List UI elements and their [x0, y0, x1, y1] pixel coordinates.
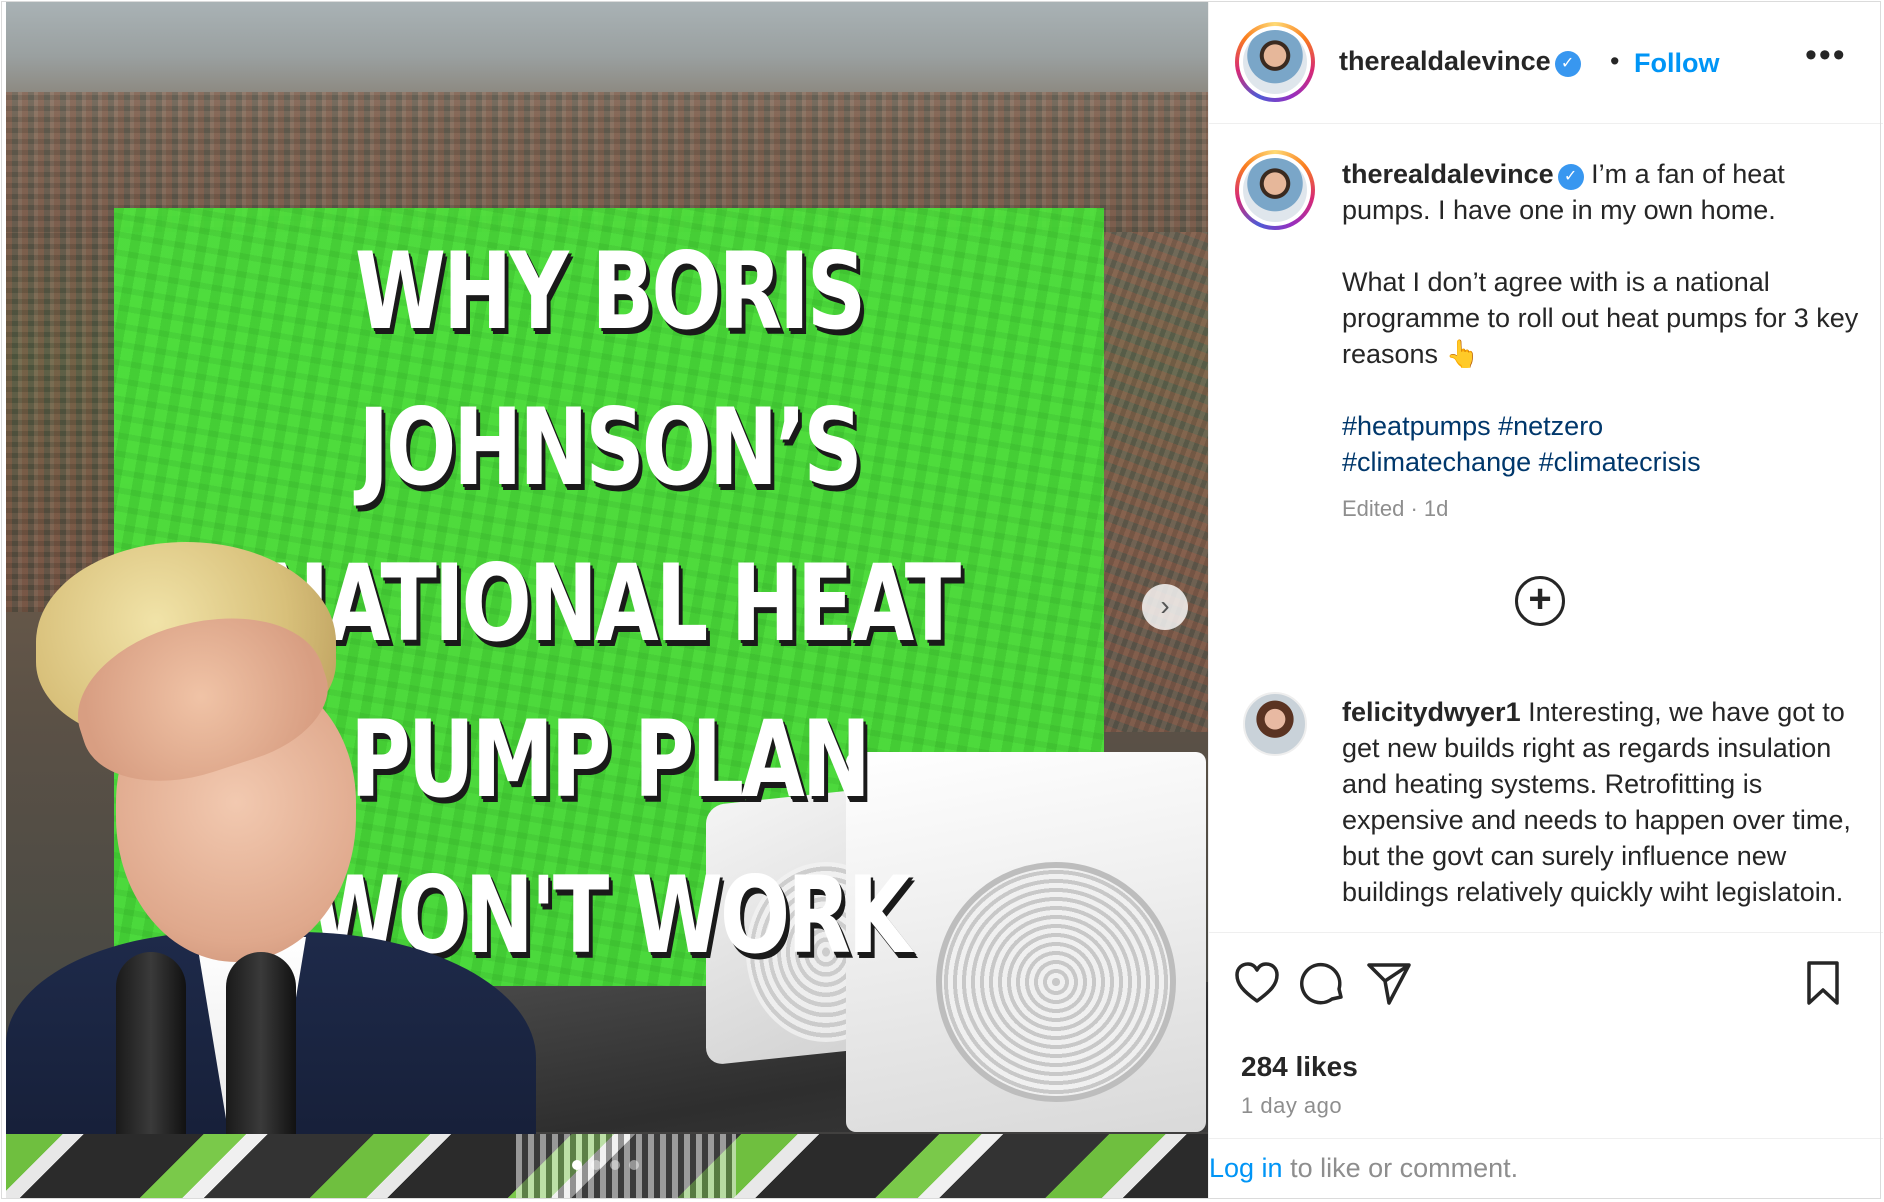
hashtag-link[interactable]: #netzero [1498, 411, 1603, 441]
follow-button[interactable]: Follow [1634, 48, 1719, 79]
caption-paragraph: What I don’t agree with is a national pr… [1342, 267, 1859, 369]
carousel-dot [629, 1160, 639, 1170]
aerial-houses-right [1101, 232, 1208, 732]
hashtag-list: #heatpumps #netzero #climatechange #clim… [1342, 408, 1862, 480]
post-header: therealdalevince ✓ • Follow ••• [1209, 2, 1883, 124]
bookmark-icon[interactable] [1799, 959, 1847, 1007]
hashtag-link[interactable]: #heatpumps [1342, 411, 1491, 441]
author-username[interactable]: therealdalevince ✓ [1339, 46, 1581, 77]
hashtag-link[interactable]: #climatechange [1342, 447, 1531, 477]
caption-timestamp: Edited · 1d [1342, 496, 1449, 521]
post-sidebar: therealdalevince ✓ • Follow ••• therealda… [1208, 2, 1883, 1198]
login-prompt: Log in to like or comment. [1209, 1153, 1518, 1184]
person-facepalm-photo [6, 542, 536, 1198]
carousel-dot [572, 1160, 582, 1170]
commenter-username[interactable]: felicitydwyer1 [1342, 697, 1521, 727]
login-prompt-text: to like or comment. [1282, 1153, 1519, 1183]
more-options-icon[interactable]: ••• [1805, 36, 1847, 75]
separator-dot: • [1610, 46, 1620, 76]
comments-scroll-area[interactable]: therealdalevince ✓ I’m a fan of heat pump… [1209, 124, 1883, 932]
headline-line: WHY BORIS [354, 230, 866, 353]
verified-badge-icon: ✓ [1557, 164, 1584, 190]
hashtag-link[interactable]: #climatecrisis [1539, 447, 1701, 477]
like-count[interactable]: 284 likes [1241, 1051, 1358, 1083]
caption-author-avatar[interactable] [1235, 150, 1315, 230]
verified-badge-icon: ✓ [1554, 51, 1581, 77]
load-more-comments-icon[interactable]: + [1515, 576, 1565, 626]
caption-text: therealdalevince ✓ I’m a fan of heat pump… [1342, 156, 1862, 480]
headline-line: JOHNSON’S [358, 386, 862, 509]
login-prompt-bar: Log in to like or comment. [1209, 1138, 1883, 1198]
sky [6, 2, 1208, 92]
post-time: 1 day ago [1241, 1093, 1343, 1118]
caption-username[interactable]: therealdalevince [1342, 159, 1554, 189]
author-username-text[interactable]: therealdalevince [1339, 46, 1551, 76]
carousel-dot [591, 1160, 601, 1170]
comment-body: Interesting, we have got to get new buil… [1342, 697, 1851, 907]
login-link[interactable]: Log in [1209, 1153, 1283, 1183]
carousel-next-button[interactable]: › [1142, 584, 1188, 630]
heart-icon[interactable] [1233, 959, 1281, 1007]
commenter-avatar[interactable] [1243, 692, 1307, 756]
comment-icon[interactable] [1299, 959, 1347, 1007]
post-media[interactable]: WHY BORIS JOHNSON’S NATIONAL HEAT PUMP P… [6, 2, 1208, 1198]
comment-text: felicitydwyer1 Interesting, we have got … [1342, 694, 1862, 910]
share-icon[interactable] [1365, 959, 1413, 1007]
author-avatar[interactable] [1235, 22, 1315, 102]
carousel-dot [610, 1160, 620, 1170]
carousel-dots [572, 1160, 639, 1170]
